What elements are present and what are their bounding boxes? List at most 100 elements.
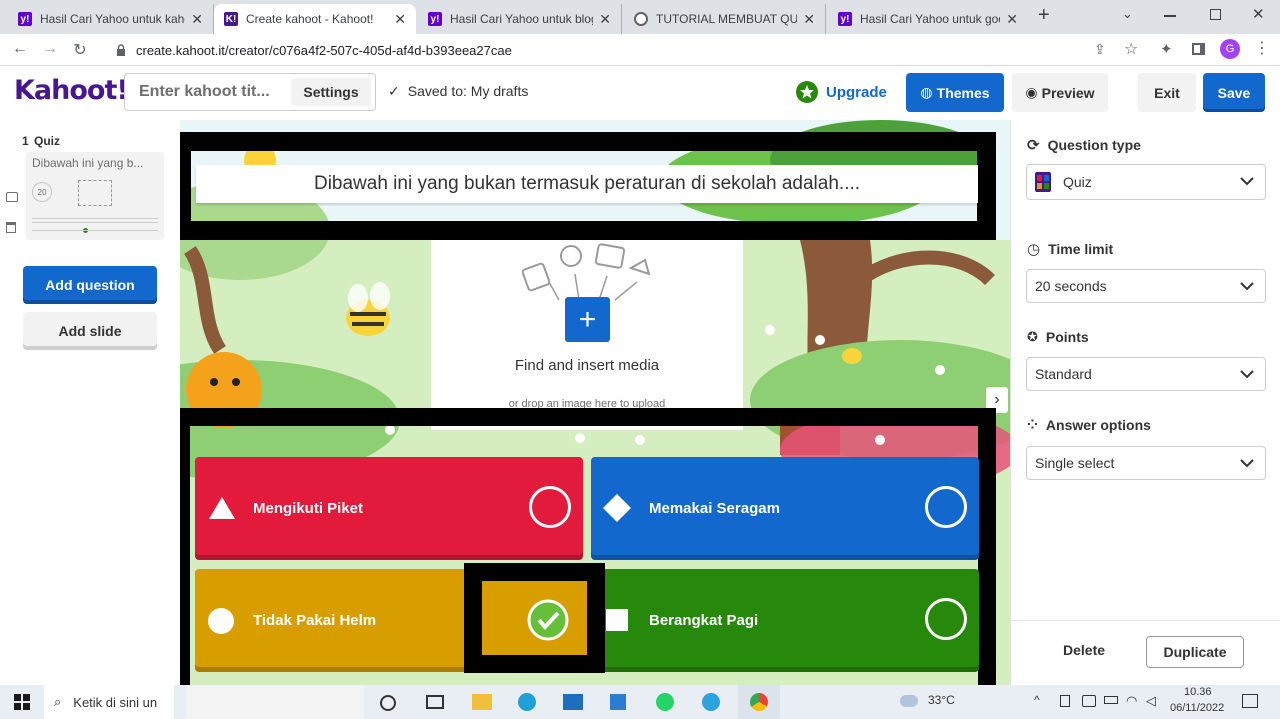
close-tab-icon[interactable]: ✕ bbox=[803, 11, 815, 28]
close-tab-icon[interactable]: ✕ bbox=[599, 11, 611, 28]
lock-icon bbox=[117, 44, 125, 56]
slide-type-label: Quiz bbox=[34, 134, 60, 148]
file-explorer-icon[interactable] bbox=[472, 694, 492, 710]
answer-options-label: ⁘ Answer options bbox=[1027, 417, 1151, 433]
answer-1-correct-toggle[interactable] bbox=[529, 486, 571, 528]
time-limit-select[interactable]: 20 seconds bbox=[1026, 269, 1266, 303]
answer-4-correct-toggle[interactable] bbox=[925, 598, 967, 640]
media-title: Find and insert media bbox=[514, 357, 660, 374]
correct-check-icon[interactable] bbox=[527, 599, 569, 641]
battery-icon bbox=[1104, 696, 1118, 704]
taskbar-app-icon[interactable] bbox=[426, 695, 444, 709]
url-field[interactable]: create.kahoot.it/creator/c076a4f2-507c-4… bbox=[108, 38, 1158, 62]
close-tab-icon[interactable]: ✕ bbox=[1006, 11, 1018, 28]
themes-button[interactable]: ◍ Themes bbox=[906, 73, 1004, 112]
minimize-icon[interactable] bbox=[1164, 15, 1176, 17]
store-icon[interactable] bbox=[610, 694, 626, 710]
show-hidden-icons[interactable]: ^ bbox=[1034, 693, 1040, 707]
clock-time[interactable]: 10.36 bbox=[1184, 686, 1212, 698]
title-input[interactable]: Enter kahoot tit... bbox=[139, 83, 270, 101]
quiz-type-icon bbox=[1035, 172, 1051, 192]
browser-tab-yahoo-kahoot[interactable]: y! Hasil Cari Yahoo untuk kahoot ✕ bbox=[8, 4, 214, 34]
kahoot-header: Kahoot! Enter kahoot tit... Settings ✓ Sa… bbox=[0, 66, 1280, 120]
delete-slide-icon[interactable] bbox=[6, 222, 16, 233]
back-icon[interactable]: ← bbox=[10, 40, 30, 58]
question-input[interactable]: Dibawah ini yang bukan termasuk peratura… bbox=[196, 165, 978, 203]
windows-taskbar: ⌕ Ketik di sini un 33°C ^ ◠ ◁ 10.36 06/11… bbox=[0, 685, 1280, 719]
forward-icon[interactable]: → bbox=[40, 40, 60, 58]
task-view-icon[interactable] bbox=[380, 695, 396, 711]
close-tab-icon[interactable]: ✕ bbox=[394, 11, 406, 28]
kahoot-title-field[interactable]: Enter kahoot tit... Settings bbox=[124, 73, 376, 111]
answer-options-select[interactable]: Single select bbox=[1026, 446, 1266, 480]
browser-tab-tutorial[interactable]: TUTORIAL MEMBUAT QUIS C ✕ bbox=[624, 4, 826, 34]
time-limit-label: ◷ Time limit bbox=[1027, 241, 1114, 258]
answer-option-4[interactable]: Berangkat Pagi bbox=[591, 569, 979, 672]
close-window-icon[interactable]: ✕ bbox=[1252, 5, 1265, 23]
side-panel-icon[interactable] bbox=[1192, 43, 1205, 55]
reload-icon[interactable]: ↻ bbox=[70, 40, 90, 60]
notifications-icon[interactable] bbox=[1242, 694, 1258, 708]
answer-lines bbox=[32, 218, 158, 223]
add-question-button[interactable]: Add question bbox=[23, 266, 157, 304]
search-icon: ⌕ bbox=[54, 694, 62, 709]
answer-option-2[interactable]: Memakai Seragam bbox=[591, 457, 979, 560]
browser-menu-icon[interactable]: ⋮ bbox=[1254, 38, 1270, 58]
palette-icon: ◍ bbox=[920, 84, 933, 100]
square-icon bbox=[606, 609, 628, 631]
share-icon[interactable]: ⇪ bbox=[1094, 41, 1106, 58]
mail-icon[interactable] bbox=[563, 694, 583, 710]
browser-tab-yahoo-blog[interactable]: y! Hasil Cari Yahoo untuk blog c ✕ bbox=[418, 4, 622, 34]
tab-search-icon[interactable]: ⌄ bbox=[1122, 6, 1133, 22]
question-type-label: ⟳ Question type bbox=[1027, 137, 1141, 154]
points-select[interactable]: Standard bbox=[1026, 357, 1266, 391]
exit-button[interactable]: Exit bbox=[1138, 73, 1196, 112]
volume-icon[interactable]: ◁ bbox=[1146, 693, 1156, 709]
question-settings-panel: ⟳ Question type Quiz ◷ Time limit 20 secon… bbox=[1010, 120, 1280, 685]
close-tab-icon[interactable]: ✕ bbox=[191, 11, 203, 28]
telegram-icon[interactable] bbox=[702, 693, 720, 711]
weather-temp: 33°C bbox=[928, 693, 955, 707]
duplicate-button[interactable]: Duplicate bbox=[1146, 636, 1244, 668]
taskbar-search[interactable]: ⌕ Ketik di sini un bbox=[44, 685, 174, 719]
slide-timer-badge: 20 bbox=[32, 182, 52, 202]
circle-icon bbox=[208, 608, 234, 634]
bookmark-star-icon[interactable]: ☆ bbox=[1124, 39, 1138, 59]
answer-option-1[interactable]: Mengikuti Piket bbox=[195, 457, 583, 560]
settings-button[interactable]: Settings bbox=[291, 78, 371, 106]
chrome-taskbar-button[interactable] bbox=[738, 685, 780, 719]
media-upload-area[interactable]: + Find and insert media or drop an image… bbox=[431, 240, 743, 430]
whatsapp-icon[interactable] bbox=[656, 693, 674, 711]
kahoot-logo[interactable]: Kahoot! bbox=[14, 75, 129, 106]
taskbar-widget[interactable] bbox=[186, 685, 364, 719]
panel-divider bbox=[1011, 620, 1280, 621]
windows-start-icon[interactable] bbox=[14, 694, 30, 710]
chrome-icon bbox=[750, 693, 768, 711]
extensions-icon[interactable]: ✦ bbox=[1160, 40, 1173, 58]
browser-tab-create-kahoot[interactable]: K! Create kahoot - Kahoot! ✕ bbox=[214, 4, 416, 34]
slide-thumbnail[interactable]: Dibawah ini yang b... 20 bbox=[26, 152, 164, 240]
add-slide-button[interactable]: Add slide bbox=[23, 312, 157, 350]
answer-2-correct-toggle[interactable] bbox=[925, 486, 967, 528]
clock-date[interactable]: 06/11/2022 bbox=[1170, 702, 1224, 714]
star-badge-icon bbox=[796, 81, 818, 103]
save-button[interactable]: Save bbox=[1203, 73, 1265, 112]
question-type-select[interactable]: Quiz bbox=[1026, 164, 1266, 200]
media-types-icon bbox=[521, 243, 651, 301]
wifi-icon[interactable]: ◠ bbox=[1126, 693, 1137, 709]
chevron-down-icon bbox=[1240, 177, 1254, 186]
browser-tab-yahoo-google[interactable]: y! Hasil Cari Yahoo untuk goog ✕ bbox=[828, 4, 1028, 34]
profile-avatar[interactable]: G bbox=[1220, 39, 1240, 59]
new-tab-icon[interactable]: + bbox=[1038, 4, 1050, 27]
restore-icon[interactable] bbox=[1210, 9, 1221, 20]
delete-button[interactable]: Delete bbox=[1063, 642, 1105, 658]
add-media-button[interactable]: + bbox=[565, 297, 610, 342]
yahoo-icon: y! bbox=[838, 12, 852, 26]
browser-tab-bar: y! Hasil Cari Yahoo untuk kahoot ✕ K! Cr… bbox=[0, 0, 1280, 34]
preview-button[interactable]: ◉ Preview bbox=[1012, 73, 1108, 112]
slide-list-panel: 1 Quiz Dibawah ini yang b... 20 Add ques… bbox=[0, 120, 180, 685]
upgrade-button[interactable]: Upgrade bbox=[796, 78, 887, 106]
edge-icon[interactable] bbox=[518, 693, 536, 711]
duplicate-slide-icon[interactable] bbox=[6, 192, 18, 202]
chevron-down-icon bbox=[1240, 459, 1254, 468]
